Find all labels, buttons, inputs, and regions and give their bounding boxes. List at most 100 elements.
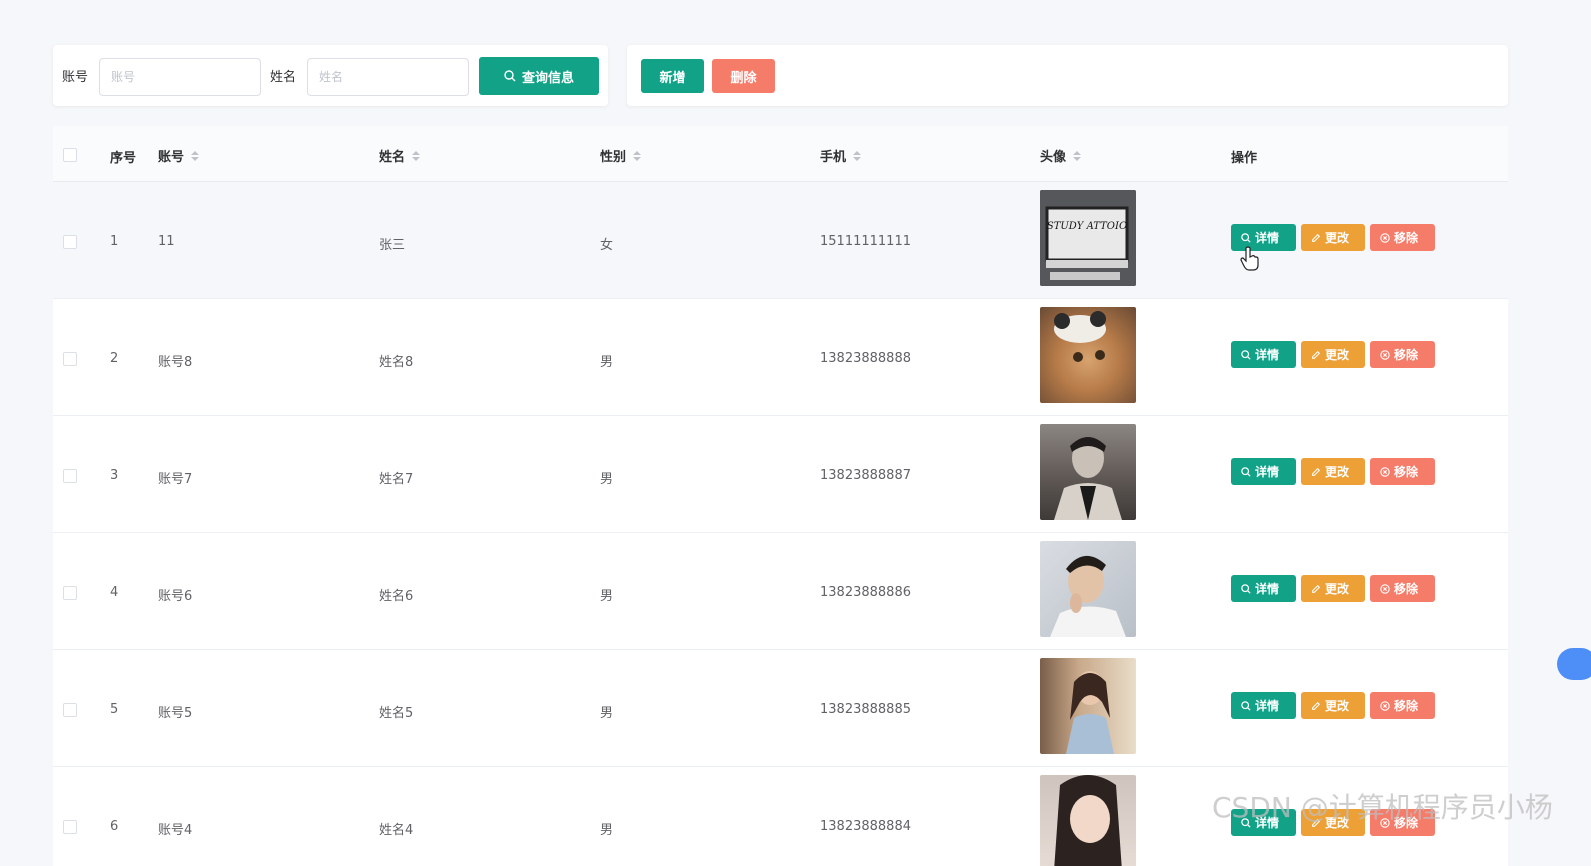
search-icon (1241, 466, 1251, 477)
circle-close-icon (1380, 349, 1390, 360)
remove-button[interactable]: 移除 (1370, 458, 1435, 485)
cell-gender: 男 (600, 472, 614, 487)
avatar-monitor-graphic: STUDY ATTOIO (1040, 190, 1136, 286)
sort-icon[interactable] (412, 150, 421, 161)
cell-phone: 15111111111 (820, 234, 911, 249)
header-avatar[interactable]: 头像 (1040, 146, 1082, 165)
edit-button[interactable]: 更改 (1301, 575, 1365, 602)
cell-account: 账号7 (158, 472, 193, 487)
detail-button[interactable]: 详情 (1231, 575, 1296, 602)
row-checkbox[interactable] (63, 352, 77, 366)
search-icon (1241, 232, 1251, 243)
table-row[interactable]: 2 账号8 姓名8 男 13823888888 详情 更改 移除 (53, 299, 1508, 416)
avatar-image[interactable] (1040, 424, 1136, 520)
table-row[interactable]: 3 账号7 姓名7 男 13823888887 详情 更改 移除 (53, 416, 1508, 533)
cell-account: 账号6 (158, 589, 193, 604)
detail-button[interactable]: 详情 (1231, 341, 1296, 368)
detail-label: 详情 (1255, 231, 1280, 245)
row-checkbox[interactable] (63, 586, 77, 600)
detail-button[interactable]: 详情 (1231, 458, 1296, 485)
sort-icon[interactable] (853, 150, 862, 161)
edit-button[interactable]: 更改 (1301, 224, 1365, 251)
header-name[interactable]: 姓名 (379, 146, 421, 165)
detail-button[interactable]: 详情 (1231, 692, 1296, 719)
edit-button[interactable]: 更改 (1301, 458, 1365, 485)
sort-icon[interactable] (1073, 150, 1082, 161)
name-search-input[interactable] (307, 58, 469, 96)
pencil-icon (1312, 350, 1321, 359)
avatar-image[interactable] (1040, 658, 1136, 754)
cell-gender: 男 (600, 589, 614, 604)
portrait-graphic (1054, 437, 1122, 520)
avatar-image[interactable] (1040, 307, 1136, 403)
cell-gender: 男 (600, 355, 614, 370)
remove-label: 移除 (1394, 465, 1419, 479)
remove-button[interactable]: 移除 (1370, 692, 1435, 719)
cell-phone: 13823888884 (820, 819, 911, 834)
detail-label: 详情 (1255, 582, 1280, 596)
row-checkbox[interactable] (63, 235, 77, 249)
cell-gender: 女 (600, 238, 614, 253)
sort-icon[interactable] (191, 150, 200, 161)
header-phone[interactable]: 手机 (820, 146, 862, 165)
cell-gender: 男 (600, 823, 614, 838)
add-button[interactable]: 新增 (641, 59, 704, 93)
cell-name: 张三 (379, 238, 406, 253)
floating-edge-button[interactable] (1557, 648, 1591, 680)
row-actions: 详情 更改 移除 (1231, 458, 1435, 485)
detail-label: 详情 (1255, 465, 1280, 479)
cell-name: 姓名7 (379, 472, 414, 487)
header-name-label: 姓名 (379, 150, 406, 165)
row-actions: 详情 更改 移除 (1231, 224, 1435, 251)
name-label: 姓名 (270, 70, 297, 85)
header-account[interactable]: 账号 (158, 146, 200, 165)
delete-button[interactable]: 删除 (712, 59, 775, 93)
remove-button[interactable]: 移除 (1370, 224, 1435, 251)
remove-label: 移除 (1394, 699, 1419, 713)
select-all-checkbox[interactable] (63, 148, 77, 162)
cell-index: 2 (110, 351, 119, 366)
circle-close-icon (1380, 232, 1390, 243)
cell-index: 5 (110, 702, 119, 717)
table-row[interactable]: 5 账号5 姓名5 男 13823888885 详情 更改 移除 (53, 650, 1508, 767)
header-gender[interactable]: 性别 (600, 146, 642, 165)
sort-icon[interactable] (633, 150, 642, 161)
search-icon (504, 70, 516, 82)
edit-button[interactable]: 更改 (1301, 341, 1365, 368)
row-checkbox[interactable] (63, 703, 77, 717)
row-actions: 详情 更改 移除 (1231, 341, 1435, 368)
remove-button[interactable]: 移除 (1370, 341, 1435, 368)
header-index-label: 序号 (110, 151, 137, 166)
cat-photo-graphic (1054, 311, 1106, 362)
header-avatar-label: 头像 (1040, 150, 1067, 165)
detail-label: 详情 (1255, 348, 1280, 362)
portrait-graphic (1066, 671, 1114, 754)
pencil-icon (1312, 233, 1321, 242)
circle-close-icon (1380, 466, 1390, 477)
edit-label: 更改 (1325, 231, 1350, 245)
cell-index: 3 (110, 468, 119, 483)
edit-label: 更改 (1325, 465, 1350, 479)
remove-label: 移除 (1394, 231, 1419, 245)
account-search-input[interactable] (99, 58, 261, 96)
search-button[interactable]: 查询信息 (479, 57, 599, 95)
table-row[interactable]: 4 账号6 姓名6 男 13823888886 详情 更改 移除 (53, 533, 1508, 650)
edit-button[interactable]: 更改 (1301, 692, 1365, 719)
row-checkbox[interactable] (63, 820, 77, 834)
search-icon (1241, 700, 1251, 711)
table-row[interactable]: 1 11 张三 女 15111111111 STUDY ATTOIO 详情 更改 (53, 182, 1508, 299)
circle-close-icon (1380, 583, 1390, 594)
cell-phone: 13823888887 (820, 468, 911, 483)
avatar-image[interactable]: STUDY ATTOIO (1040, 190, 1136, 286)
avatar-image[interactable] (1040, 541, 1136, 637)
row-checkbox[interactable] (63, 469, 77, 483)
action-panel: 新增 删除 (627, 45, 1508, 106)
data-table: 序号 账号 姓名 性别 手机 头像 操作 1 11 张三 女 151111111… (53, 126, 1508, 866)
cell-account: 账号4 (158, 823, 193, 838)
remove-label: 移除 (1394, 582, 1419, 596)
search-icon (1241, 349, 1251, 360)
circle-close-icon (1380, 700, 1390, 711)
edit-label: 更改 (1325, 582, 1350, 596)
remove-button[interactable]: 移除 (1370, 575, 1435, 602)
avatar-image[interactable] (1040, 775, 1136, 866)
